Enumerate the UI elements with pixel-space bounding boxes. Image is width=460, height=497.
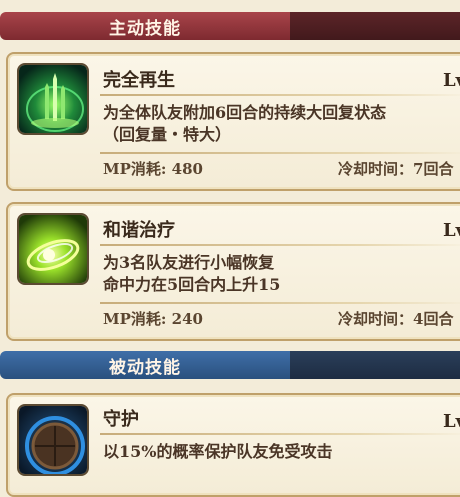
skill-name: 守护 [103,409,139,430]
divider [100,94,460,96]
active-skills-title: 主动技能 [0,12,290,40]
harmony-heal-icon [17,213,89,285]
cooldown: 冷却时间：4回合 [338,310,454,328]
skill-name: 完全再生 [103,70,175,91]
passive-skills-title: 被动技能 [0,351,290,379]
skill-description-line1: 为全体队友附加6回合的持续大回复状态 [103,103,387,122]
active-skills-header: 主动技能 [0,12,460,40]
skill-level: Lv [443,70,460,91]
shield-icon [17,404,89,476]
cooldown: 冷却时间：7回合 [338,160,454,178]
mp-cost: MP消耗: 480 [103,160,203,178]
skill-card-guard[interactable]: 守护 Lv 以15%的概率保护队友免受攻击 [6,393,460,497]
mp-cost: MP消耗: 240 [103,310,203,328]
divider [100,302,460,304]
skill-description-line1: 以15%的概率保护队友免受攻击 [103,442,333,461]
skill-description-line2: （回复量・特大） [103,125,232,144]
divider [100,244,460,246]
skill-name: 和谐治疗 [103,220,175,241]
skill-card-complete-regeneration[interactable]: 完全再生 Lv 为全体队友附加6回合的持续大回复状态 （回复量・特大） MP消耗… [6,52,460,191]
regeneration-icon [17,63,89,135]
skill-card-harmony-heal[interactable]: 和谐治疗 Lv 为3名队友进行小幅恢复 命中力在5回合内上升15 MP消耗: 2… [6,202,460,341]
skill-description-line1: 为3名队友进行小幅恢复 [103,253,275,272]
skill-level: Lv [443,411,460,432]
passive-skills-header: 被动技能 [0,351,460,379]
divider [100,433,460,435]
skill-level: Lv [443,220,460,241]
divider [100,152,460,154]
skill-description-line2: 命中力在5回合内上升15 [103,275,281,294]
